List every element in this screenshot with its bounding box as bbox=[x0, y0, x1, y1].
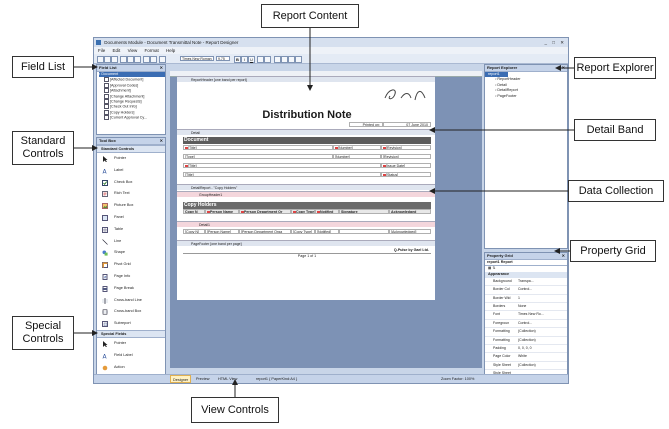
callout-arrows bbox=[74, 28, 574, 397]
